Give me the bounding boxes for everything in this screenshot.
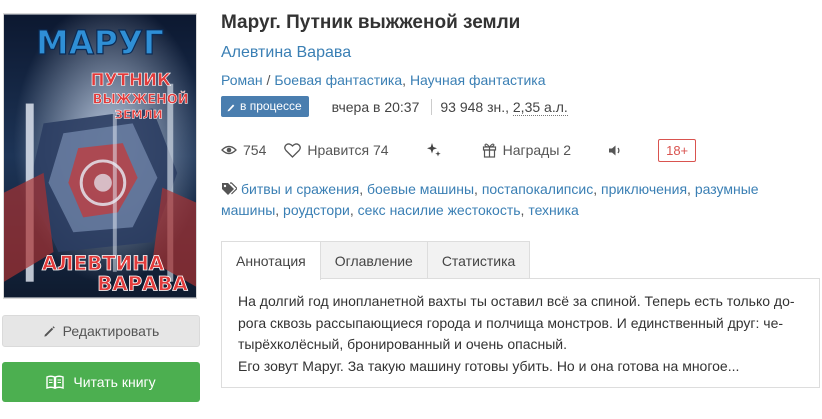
likes-label: Нравится 74 xyxy=(307,142,389,158)
tab-contents[interactable]: Оглавление xyxy=(319,241,428,279)
tag-link[interactable]: секс насилие жестокость xyxy=(358,202,521,218)
divider xyxy=(431,98,433,115)
genre-separator: / xyxy=(262,72,275,88)
annotation-line: рога сквозь рассыпающиеся города и полчи… xyxy=(238,314,784,331)
status-badge: в процессе xyxy=(221,96,309,117)
stats-row: 754 Нравится 74 Награды 2 18+ xyxy=(221,138,697,162)
cover-author-text: АЛЕВТИНА xyxy=(42,252,165,275)
cover-title-text: МАРУГ xyxy=(36,24,164,62)
read-book-button[interactable]: Читать книгу xyxy=(2,362,200,402)
speaker-icon xyxy=(609,145,620,155)
book-cover[interactable]: МАРУГ ПУТНИК ВЫЖЖЕНОЙ ЗЕМЛИ АЛЕВТИНА ВАР… xyxy=(3,13,197,299)
tag-link[interactable]: постапокалипсис xyxy=(482,181,593,197)
tag-separator: , xyxy=(687,181,695,197)
annotation-panel: На долгий год инопланетной вахты ты оста… xyxy=(221,278,820,388)
size-chars: 93 948 зн., xyxy=(440,98,513,115)
cover-author-text: ВАРАВА xyxy=(97,273,188,296)
edit-button[interactable]: Редактировать xyxy=(2,315,200,347)
views-stat: 754 xyxy=(221,142,266,158)
sparkles-icon xyxy=(426,143,441,157)
cover-subtitle-text: ВЫЖЖЕНОЙ xyxy=(93,92,189,108)
like-button[interactable]: Нравится 74 xyxy=(284,142,389,158)
status-badge-label: в процессе xyxy=(240,99,302,113)
gift-icon xyxy=(482,143,496,158)
age-rating-badge: 18+ xyxy=(658,138,697,162)
cover-subtitle-text: ЗЕМЛИ xyxy=(115,107,163,121)
tag-separator: , xyxy=(474,181,482,197)
genre-link-combat-sf[interactable]: Боевая фантастика xyxy=(274,72,402,88)
tag-link[interactable]: техника xyxy=(528,202,579,218)
tag-separator: , xyxy=(275,202,284,218)
author-link[interactable]: Алевтина Варава xyxy=(221,44,351,62)
genre-list: Роман / Боевая фантастика, Научная фанта… xyxy=(221,72,546,88)
cover-subtitle-text: ПУТНИК xyxy=(90,70,171,90)
views-count: 754 xyxy=(243,142,267,158)
tab-bar: Аннотация Оглавление Статистика xyxy=(221,241,531,280)
heart-icon xyxy=(284,142,302,158)
tags-icon xyxy=(222,182,237,195)
tag-link[interactable]: битвы и сражения xyxy=(241,181,359,197)
audio-button[interactable] xyxy=(608,144,623,157)
tag-link[interactable]: боевые машины xyxy=(367,181,474,197)
edit-button-label: Редактировать xyxy=(62,323,160,339)
eye-icon xyxy=(221,145,237,155)
awards-label: Награды 2 xyxy=(502,142,572,158)
tab-annotation[interactable]: Аннотация xyxy=(221,241,321,280)
read-book-label: Читать книгу xyxy=(73,374,156,390)
size-author-sheets[interactable]: 2,35 а.л. xyxy=(512,98,568,116)
genre-separator: , xyxy=(402,72,410,88)
tag-link[interactable]: роудстори xyxy=(283,202,350,218)
tag-link[interactable]: приключения xyxy=(601,181,687,197)
genre-link-roman[interactable]: Роман xyxy=(221,72,263,88)
genre-link-sci-fi[interactable]: Научная фантастика xyxy=(410,72,546,88)
tag-list: битвы и сражения, боевые машины, постапо… xyxy=(221,179,781,221)
tab-statistics[interactable]: Статистика xyxy=(426,241,531,279)
tag-separator: , xyxy=(359,181,367,197)
tag-separator: , xyxy=(593,181,601,197)
annotation-line: тырёхколёсный, бронированный и очень опа… xyxy=(238,336,568,352)
status-line: в процессе вчера в 20:37 93 948 зн., 2,3… xyxy=(221,96,568,117)
awards-button[interactable]: Награды 2 xyxy=(482,142,571,158)
annotation-line: Его зовут Маруг. За такую машину готовы … xyxy=(238,357,740,374)
book-title: Маруг. Путник выжженой земли xyxy=(221,12,521,33)
annotation-line: На долгий год инопланетной вахты ты оста… xyxy=(238,293,795,309)
book-open-icon xyxy=(46,375,65,389)
pencil-icon xyxy=(44,325,55,337)
tag-separator: , xyxy=(349,202,358,218)
book-size: 93 948 зн., 2,35 а.л. xyxy=(440,98,568,116)
sparkles-button[interactable] xyxy=(426,142,442,158)
pencil-icon xyxy=(227,104,235,111)
updated-time: вчера в 20:37 xyxy=(331,98,420,115)
